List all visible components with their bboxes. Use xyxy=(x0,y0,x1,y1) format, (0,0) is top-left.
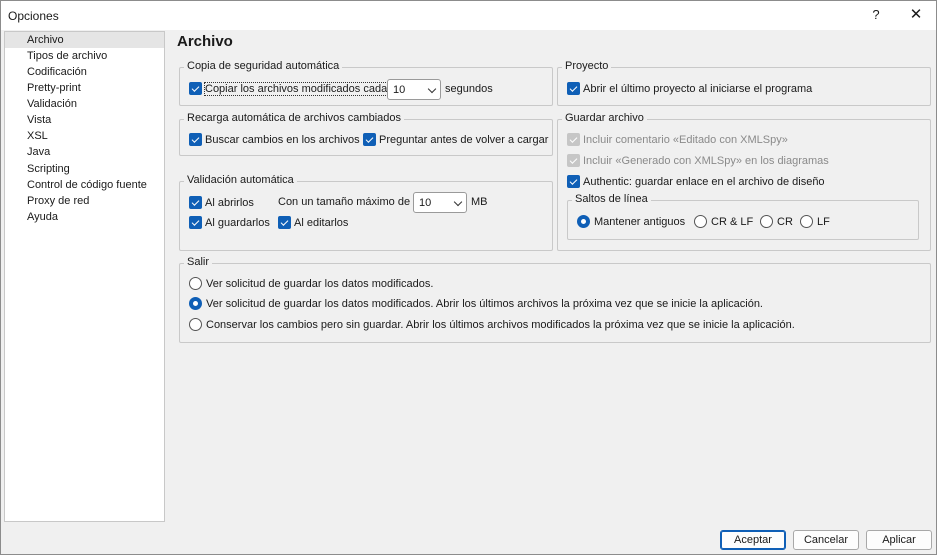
autovalidation-max-size-select[interactable]: 10 xyxy=(413,192,467,213)
line-breaks-keep-label: Mantener antiguos xyxy=(594,215,686,228)
exit-option-2-radio[interactable]: Ver solicitud de guardar los datos modif… xyxy=(189,297,763,310)
save-edited-comment-checkbox: Incluir comentario «Editado con XMLSpy» xyxy=(567,133,788,146)
autovalidation-save-checkbox[interactable]: Al guardarlos xyxy=(189,216,270,229)
autovalidation-edit-label: Al editarlos xyxy=(294,216,349,229)
radio-selected-icon xyxy=(189,297,202,310)
nav-item-validacion[interactable]: Validación xyxy=(5,96,164,112)
project-group-title: Proyecto xyxy=(562,60,612,72)
radio-selected-icon xyxy=(577,215,590,228)
reload-ask-checkbox[interactable]: Preguntar antes de volver a cargar xyxy=(363,133,548,146)
autovalidation-open-checkbox[interactable]: Al abrirlos xyxy=(189,196,254,209)
autosave-group-title: Copia de seguridad automática xyxy=(184,60,343,72)
exit-group-title: Salir xyxy=(184,256,213,268)
exit-option-3-label: Conservar los cambios pero sin guardar. … xyxy=(206,318,795,331)
save-file-group-title: Guardar archivo xyxy=(562,112,647,124)
save-authentic-checkbox[interactable]: Authentic: guardar enlace en el archivo … xyxy=(567,175,825,188)
autovalidation-max-size-unit: MB xyxy=(471,196,488,208)
options-nav-list: Archivo Tipos de archivo Codificación Pr… xyxy=(4,31,165,522)
reload-ask-label: Preguntar antes de volver a cargar xyxy=(379,133,549,146)
line-breaks-cr-label: CR xyxy=(777,215,793,228)
autosave-copy-checkbox[interactable]: Copiar los archivos modificados cada xyxy=(189,81,389,96)
radio-unselected-icon xyxy=(694,215,707,228)
checkbox-disabled-icon xyxy=(567,133,580,146)
options-dialog: Opciones ? ✕ Archivo Tipos de archivo Co… xyxy=(0,0,937,555)
autovalidation-group-title: Validación automática xyxy=(184,174,297,186)
line-breaks-crlf-radio[interactable]: CR & LF xyxy=(694,215,753,228)
nav-item-proxy-de-red[interactable]: Proxy de red xyxy=(5,193,164,209)
close-icon[interactable]: ✕ xyxy=(903,5,929,25)
title-bar: Opciones ? ✕ xyxy=(1,1,936,30)
apply-button[interactable]: Aplicar xyxy=(866,530,932,550)
exit-option-1-label: Ver solicitud de guardar los datos modif… xyxy=(206,277,434,290)
nav-item-scripting[interactable]: Scripting xyxy=(5,161,164,177)
reload-group-title: Recarga automática de archivos cambiados xyxy=(184,112,405,124)
line-breaks-lf-label: LF xyxy=(817,215,830,228)
nav-item-codificacion[interactable]: Codificación xyxy=(5,64,164,80)
radio-unselected-icon xyxy=(800,215,813,228)
checkbox-disabled-icon xyxy=(567,154,580,167)
save-generated-label: Incluir «Generado con XMLSpy» en los dia… xyxy=(583,154,829,167)
exit-option-1-radio[interactable]: Ver solicitud de guardar los datos modif… xyxy=(189,277,433,290)
checkbox-checked-icon xyxy=(363,133,376,146)
autovalidation-max-size-label: Con un tamaño máximo de xyxy=(278,196,411,208)
checkbox-checked-icon xyxy=(567,175,580,188)
exit-option-3-radio[interactable]: Conservar los cambios pero sin guardar. … xyxy=(189,318,795,331)
autovalidation-open-label: Al abrirlos xyxy=(205,196,254,209)
cancel-button[interactable]: Cancelar xyxy=(793,530,859,550)
project-open-last-checkbox[interactable]: Abrir el último proyecto al iniciarse el… xyxy=(567,82,812,95)
save-authentic-label: Authentic: guardar enlace en el archivo … xyxy=(583,175,825,188)
radio-unselected-icon xyxy=(189,277,202,290)
reload-search-checkbox[interactable]: Buscar cambios en los archivos xyxy=(189,133,360,146)
autosave-interval-unit: segundos xyxy=(445,83,493,95)
window-title: Opciones xyxy=(8,9,59,23)
page-title: Archivo xyxy=(177,33,233,50)
project-open-last-label: Abrir el último proyecto al iniciarse el… xyxy=(583,82,813,95)
checkbox-checked-icon xyxy=(189,133,202,146)
nav-item-java[interactable]: Java xyxy=(5,144,164,160)
checkbox-checked-icon xyxy=(189,82,202,95)
checkbox-checked-icon xyxy=(278,216,291,229)
nav-item-ayuda[interactable]: Ayuda xyxy=(5,209,164,225)
autovalidation-max-size-value: 10 xyxy=(419,196,432,209)
nav-item-control-codigo-fuente[interactable]: Control de código fuente xyxy=(5,177,164,193)
checkbox-checked-icon xyxy=(189,196,202,209)
nav-item-archivo[interactable]: Archivo xyxy=(5,32,164,48)
checkbox-checked-icon xyxy=(189,216,202,229)
autosave-interval-select[interactable]: 10 xyxy=(387,79,441,100)
line-breaks-lf-radio[interactable]: LF xyxy=(800,215,830,228)
autovalidation-save-label: Al guardarlos xyxy=(205,216,270,229)
save-edited-comment-label: Incluir comentario «Editado con XMLSpy» xyxy=(583,133,788,146)
nav-item-tipos-de-archivo[interactable]: Tipos de archivo xyxy=(5,48,164,64)
radio-unselected-icon xyxy=(760,215,773,228)
chevron-down-icon xyxy=(453,197,463,207)
autosave-interval-value: 10 xyxy=(393,83,406,96)
help-icon[interactable]: ? xyxy=(863,5,889,25)
ok-button[interactable]: Aceptar xyxy=(720,530,786,550)
nav-item-pretty-print[interactable]: Pretty-print xyxy=(5,80,164,96)
line-breaks-keep-radio[interactable]: Mantener antiguos xyxy=(577,215,685,228)
nav-item-vista[interactable]: Vista xyxy=(5,112,164,128)
line-breaks-crlf-label: CR & LF xyxy=(711,215,754,228)
checkbox-checked-icon xyxy=(567,82,580,95)
save-generated-checkbox: Incluir «Generado con XMLSpy» en los dia… xyxy=(567,154,829,167)
autovalidation-edit-checkbox[interactable]: Al editarlos xyxy=(278,216,348,229)
nav-item-xsl[interactable]: XSL xyxy=(5,128,164,144)
exit-option-2-label: Ver solicitud de guardar los datos modif… xyxy=(206,297,763,310)
radio-unselected-icon xyxy=(189,318,202,331)
line-breaks-cr-radio[interactable]: CR xyxy=(760,215,793,228)
autosave-copy-label: Copiar los archivos modificados cada xyxy=(203,81,389,96)
reload-search-label: Buscar cambios en los archivos xyxy=(205,133,360,146)
line-breaks-group-title: Saltos de línea xyxy=(572,193,651,205)
chevron-down-icon xyxy=(427,84,437,94)
